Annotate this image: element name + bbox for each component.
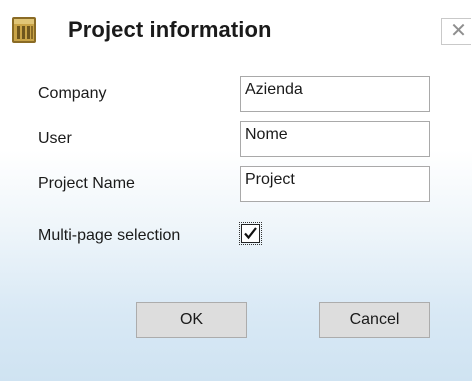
checkmark-icon [244,227,257,240]
title-bar: Project information ✕ [0,0,472,66]
window-title: Project information [68,17,272,42]
project-name-field[interactable]: Project [240,166,430,202]
multipage-selection-checkbox[interactable] [239,222,262,245]
user-field[interactable]: Nome [240,121,430,157]
user-label: User [38,130,72,147]
close-icon[interactable]: ✕ [450,20,467,42]
company-field[interactable]: Azienda [240,76,430,112]
project-folder-icon [10,14,40,46]
multipage-selection-label: Multi-page selection [38,227,181,244]
ok-button[interactable]: OK [136,302,247,338]
project-name-label: Project Name [38,175,135,192]
company-label: Company [38,85,107,102]
cancel-button[interactable]: Cancel [319,302,430,338]
close-button[interactable]: ✕ [441,18,471,45]
